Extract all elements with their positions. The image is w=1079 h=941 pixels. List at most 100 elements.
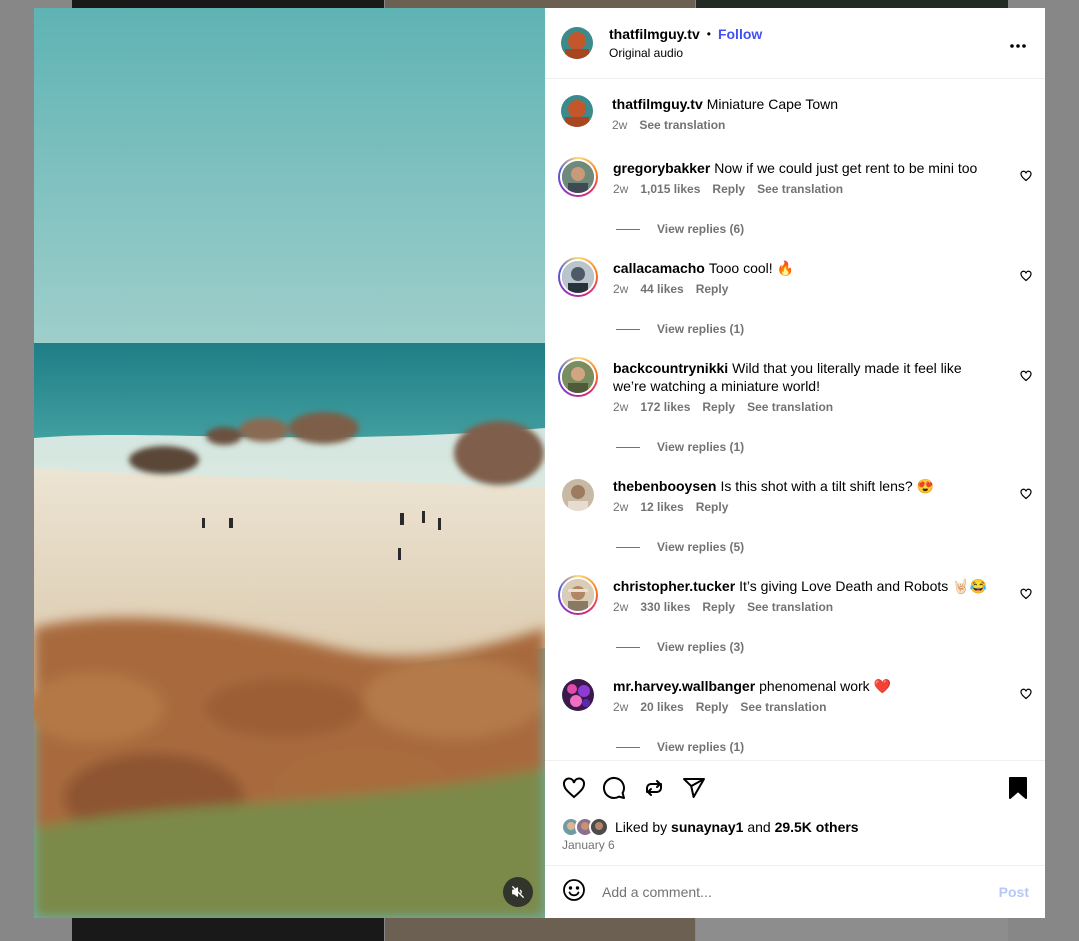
comment-like-button[interactable] <box>1020 587 1032 605</box>
commenter-avatar[interactable] <box>558 357 598 397</box>
replies-line <box>616 746 640 748</box>
heart-icon <box>1020 370 1032 382</box>
liked-by-prefix: Liked by <box>615 819 668 835</box>
commenter-avatar[interactable] <box>558 575 598 615</box>
comment-item: christopher.tucker It’s giving Love Death… <box>558 575 1032 654</box>
comment-likes[interactable]: 1,015 likes <box>640 182 700 196</box>
see-translation-button[interactable]: See translation <box>747 600 833 614</box>
comment-time[interactable]: 2w <box>613 600 628 614</box>
reply-button[interactable]: Reply <box>696 500 729 514</box>
liked-by-user[interactable]: sunaynay1 <box>671 819 743 835</box>
mute-toggle-button[interactable] <box>503 877 533 907</box>
post-caption: thatfilmguy.tv Miniature Cape Town 2w See… <box>561 95 838 132</box>
commenter-avatar[interactable] <box>558 157 598 197</box>
view-replies-button[interactable]: View replies (5) <box>616 540 744 554</box>
comment-likes[interactable]: 12 likes <box>640 500 683 514</box>
heart-icon <box>1020 588 1032 600</box>
caption-see-translation[interactable]: See translation <box>639 118 725 132</box>
emoji-icon <box>563 878 585 901</box>
commenter-avatar-image <box>562 579 594 611</box>
comment-time[interactable]: 2w <box>613 282 628 296</box>
reply-button[interactable]: Reply <box>702 600 735 614</box>
reel-video[interactable] <box>34 8 545 918</box>
view-replies-label: View replies (6) <box>657 222 745 236</box>
view-replies-label: View replies (3) <box>657 640 745 654</box>
comment-like-button[interactable] <box>1020 687 1032 705</box>
see-translation-button[interactable]: See translation <box>740 700 826 714</box>
comment-time[interactable]: 2w <box>613 182 628 196</box>
comments-list[interactable]: thatfilmguy.tv Miniature Cape Town 2w See… <box>545 79 1045 760</box>
replies-line <box>616 328 640 330</box>
heart-icon <box>1020 270 1032 282</box>
reply-button[interactable]: Reply <box>702 400 735 414</box>
bookmark-icon <box>1009 777 1027 799</box>
share-button[interactable] <box>682 776 706 805</box>
comment-input[interactable] <box>602 884 982 900</box>
post-date[interactable]: January 6 <box>562 838 615 852</box>
heart-icon <box>1020 488 1032 500</box>
author-avatar[interactable] <box>561 27 593 59</box>
commenter-avatar[interactable] <box>558 257 598 297</box>
comment-likes[interactable]: 330 likes <box>640 600 690 614</box>
author-username[interactable]: thatfilmguy.tv <box>609 26 700 42</box>
comment-time[interactable]: 2w <box>613 500 628 514</box>
comment-button[interactable] <box>602 776 626 805</box>
commenter-avatar-image <box>562 161 594 193</box>
liker-avatars[interactable] <box>561 817 609 837</box>
caption-avatar-image <box>561 95 593 127</box>
like-post-button[interactable] <box>562 776 586 805</box>
liked-by-and: and <box>747 819 771 835</box>
post-modal: thatfilmguy.tv • Follow Original audio t… <box>34 8 1045 918</box>
comment-icon <box>602 776 625 799</box>
comment-item: mr.harvey.wallbanger phenomenal work ❤️ 2… <box>558 675 1032 754</box>
post-comment-button[interactable]: Post <box>999 884 1029 900</box>
comment-username[interactable]: christopher.tucker <box>613 578 735 594</box>
commenter-avatar-image <box>562 361 594 393</box>
comment-time[interactable]: 2w <box>613 700 628 714</box>
follow-button[interactable]: Follow <box>718 26 762 42</box>
reply-button[interactable]: Reply <box>712 182 745 196</box>
comment-username[interactable]: backcountrynikki <box>613 360 728 376</box>
commenter-avatar[interactable] <box>558 675 598 715</box>
comment-like-button[interactable] <box>1020 269 1032 287</box>
post-actions: Liked by sunaynay1 and 29.5K others Janu… <box>545 760 1045 865</box>
repost-button[interactable] <box>642 776 666 805</box>
replies-line <box>616 228 640 230</box>
comment-like-button[interactable] <box>1020 487 1032 505</box>
reply-button[interactable]: Reply <box>696 282 729 296</box>
caption-username[interactable]: thatfilmguy.tv <box>612 96 703 112</box>
view-replies-button[interactable]: View replies (3) <box>616 640 744 654</box>
comment-username[interactable]: callacamacho <box>613 260 705 276</box>
comment-likes[interactable]: 44 likes <box>640 282 683 296</box>
comment-like-button[interactable] <box>1020 369 1032 387</box>
view-replies-button[interactable]: View replies (1) <box>616 440 744 454</box>
more-options-icon <box>1010 44 1026 48</box>
heart-icon <box>563 777 585 799</box>
separator-dot: • <box>706 27 711 41</box>
caption-avatar[interactable] <box>561 95 593 127</box>
view-replies-button[interactable]: View replies (1) <box>616 740 744 754</box>
comment-username[interactable]: mr.harvey.wallbanger <box>613 678 755 694</box>
repost-icon <box>646 780 662 796</box>
comment-text: phenomenal work ❤️ <box>759 678 891 694</box>
view-replies-button[interactable]: View replies (1) <box>616 322 744 336</box>
comment-username[interactable]: gregorybakker <box>613 160 710 176</box>
reply-button[interactable]: Reply <box>696 700 729 714</box>
view-replies-button[interactable]: View replies (6) <box>616 222 744 236</box>
liked-by-others[interactable]: 29.5K others <box>775 819 859 835</box>
save-button[interactable] <box>1008 776 1028 805</box>
replies-line <box>616 446 640 448</box>
see-translation-button[interactable]: See translation <box>757 182 843 196</box>
commenter-avatar[interactable] <box>558 475 598 515</box>
speaker-muted-icon <box>512 886 524 898</box>
audio-link[interactable]: Original audio <box>609 46 762 60</box>
more-options-button[interactable] <box>1009 36 1027 54</box>
comment-username[interactable]: thebenbooysen <box>613 478 716 494</box>
comment-like-button[interactable] <box>1020 169 1032 187</box>
comment-likes[interactable]: 172 likes <box>640 400 690 414</box>
emoji-button[interactable] <box>562 878 586 907</box>
comment-likes[interactable]: 20 likes <box>640 700 683 714</box>
comment-time[interactable]: 2w <box>613 400 628 414</box>
caption-time[interactable]: 2w <box>612 118 627 132</box>
see-translation-button[interactable]: See translation <box>747 400 833 414</box>
